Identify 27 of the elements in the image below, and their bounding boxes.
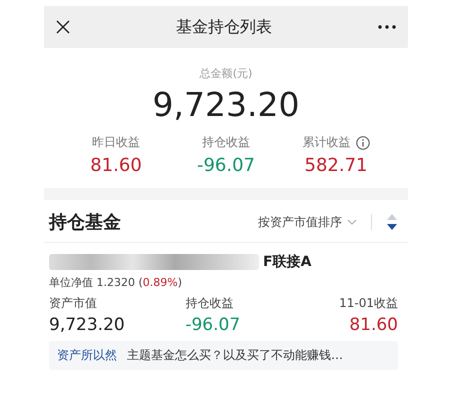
info-icon[interactable] — [356, 136, 370, 150]
banner-text: 主题基金怎么买？以及买了不动能赚钱… — [127, 347, 343, 364]
stat-value: 582.71 — [304, 155, 368, 176]
column-value: 81.60 — [349, 315, 398, 335]
column-label: 资产市值 — [49, 295, 98, 312]
fund-name[interactable]: F联接A — [263, 253, 312, 271]
stat-value: 81.60 — [90, 155, 142, 176]
stat-label: 昨日收益 — [92, 134, 140, 151]
total-amount: 9,723.20 — [152, 85, 300, 124]
more-button[interactable] — [378, 25, 396, 29]
stat-label: 累计收益 — [302, 134, 350, 151]
total-label: 总金额(元) — [200, 66, 252, 81]
window-title: 基金持仓列表 — [176, 16, 272, 38]
unit-nav: 单位净值 1.2320 (0.89%) — [49, 275, 184, 290]
column-label: 持仓收益 — [185, 295, 234, 312]
banner-tag: 资产所以然 — [57, 347, 117, 364]
column-label: 11-01收益 — [339, 295, 398, 312]
column-value: 9,723.20 — [49, 315, 126, 335]
article-banner[interactable]: 资产所以然 主题基金怎么买？以及买了不动能赚钱… — [49, 341, 398, 370]
section-heading: 持仓基金 — [49, 211, 121, 234]
stat-label: 持仓收益 — [202, 134, 250, 151]
column-value: -96.07 — [185, 315, 240, 335]
sort-order-icon[interactable] — [386, 213, 398, 231]
stat-value: -96.07 — [196, 155, 256, 176]
sort-dropdown[interactable]: 按资产市值排序 — [258, 214, 357, 230]
chevron-down-icon — [347, 219, 357, 225]
close-button[interactable] — [56, 20, 70, 34]
